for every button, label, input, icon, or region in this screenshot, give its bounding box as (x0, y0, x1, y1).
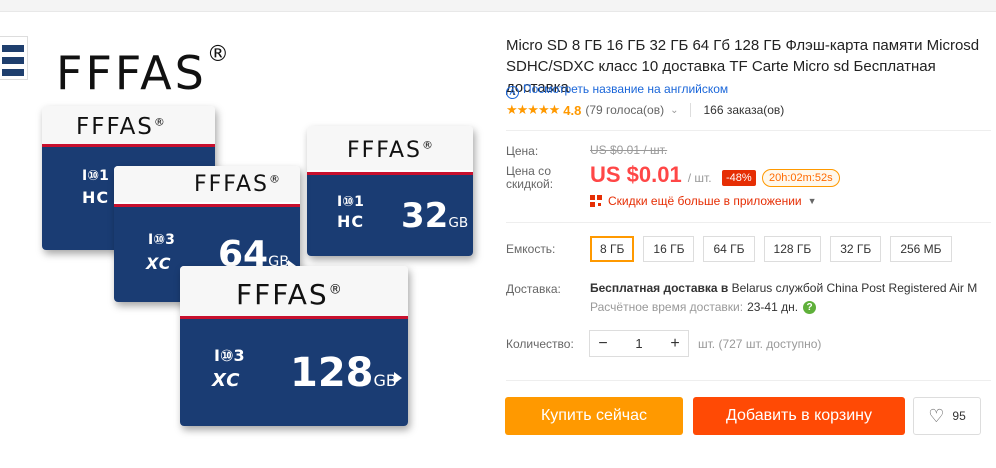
wishlist-button[interactable]: ♡ 95 (913, 397, 981, 435)
divider (506, 222, 991, 223)
capacity-option-32gb[interactable]: 32 ГБ (830, 236, 882, 262)
brand-logo: FFFAS® (56, 42, 232, 100)
thumbnail-card (2, 67, 24, 76)
heart-icon: ♡ (928, 406, 945, 426)
discount-badge: -48% (722, 170, 756, 186)
app-discount-link[interactable]: Скидки ещё больше в приложении ▼ (590, 194, 817, 208)
rating-row: ★★★★★ 4.8 (79 голоса(ов) ⌄ 166 заказа(ов… (506, 102, 784, 118)
quantity-input[interactable]: 1 (616, 336, 662, 351)
shipping-info[interactable]: Бесплатная доставка в Belarus службой Ch… (590, 281, 977, 295)
add-to-cart-button[interactable]: Добавить в корзину (693, 397, 905, 435)
quantity-stepper: − 1 + (589, 330, 689, 357)
capacity-label: Емкость: (506, 242, 556, 256)
product-image[interactable]: FFFAS® FFFAS® I⑩1 HC 16GB FFFAS® I⑩1 HC … (30, 12, 490, 468)
thumbnail-card (2, 43, 24, 52)
divider (690, 103, 692, 117)
orders-count: 166 заказа(ов) (703, 103, 785, 117)
sd-card-32gb: FFFAS® I⑩1 HC 32GB (307, 126, 473, 256)
discount-price-label: Цена со скидкой: (506, 164, 554, 191)
reviews-link[interactable]: (79 голоса(ов) (585, 103, 664, 117)
capacity-options: 8 ГБ 16 ГБ 64 ГБ 128 ГБ 32 ГБ 256 МБ (590, 236, 952, 262)
breadcrumb-bar (0, 0, 996, 12)
shipping-label: Доставка: (506, 282, 561, 296)
quantity-label: Количество: (506, 337, 574, 351)
divider (506, 130, 991, 131)
price-label: Цена: (506, 144, 539, 158)
translate-icon: A (506, 86, 519, 99)
divider (506, 380, 991, 381)
countdown-timer: 20h:02m:52s (762, 169, 840, 187)
thumbnail-card (2, 55, 24, 64)
rating-score: 4.8 (563, 102, 582, 118)
qr-code-icon (590, 195, 602, 207)
available-stock: шт. (727 шт. доступно) (698, 337, 822, 351)
sale-price: US $0.01 / шт. (590, 162, 712, 187)
capacity-option-16gb[interactable]: 16 ГБ (643, 236, 695, 262)
caret-down-icon: ▼ (807, 196, 817, 206)
original-price: US $0.01 / шт. (590, 143, 668, 157)
translate-title-link[interactable]: A Посмотреть название на английском (506, 82, 728, 99)
capacity-option-64gb[interactable]: 64 ГБ (703, 236, 755, 262)
increase-quantity-button[interactable]: + (662, 335, 688, 353)
gallery-thumbnail[interactable] (0, 36, 28, 80)
buy-now-button[interactable]: Купить сейчас (505, 397, 683, 435)
wishlist-count: 95 (952, 409, 966, 423)
capacity-option-8gb[interactable]: 8 ГБ (590, 236, 635, 262)
capacity-option-128gb[interactable]: 128 ГБ (763, 236, 822, 262)
decrease-quantity-button[interactable]: − (590, 335, 616, 353)
help-icon[interactable]: ? (803, 300, 817, 314)
sd-card-128gb: FFFAS® I⑩3 XC 128GB (180, 266, 408, 426)
chevron-down-icon[interactable]: ⌄ (670, 105, 678, 116)
capacity-option-256mb[interactable]: 256 МБ (890, 236, 952, 262)
rating-stars-icon: ★★★★★ (506, 102, 560, 117)
delivery-time: Расчётное время доставки: 23-41 дн. ? (590, 300, 817, 314)
